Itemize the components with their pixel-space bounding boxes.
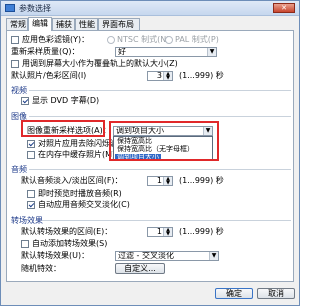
spinner-arrows-icon[interactable]: ▲ ▼ [163,228,172,237]
ntsc-label: NTSC 制式(N) [117,35,170,44]
chevron-down-icon: ▼ [209,252,218,260]
auto-crossfade-label: 自动应用音频交叉淡化(C) [38,200,130,209]
spinner-arrows-icon[interactable]: ▲ ▼ [163,72,172,81]
auto-transition-checkbox[interactable] [21,240,29,248]
title-bar: 参数选择 ✕ [1,1,299,16]
highlight-box-dropdown [109,121,219,161]
fade-duration-spinner[interactable]: 1 ▲ ▼ [147,176,173,186]
instant-preview-checkbox[interactable] [27,190,35,198]
auto-crossfade-checkbox[interactable] [27,201,35,209]
window-title: 参数选择 [19,4,51,13]
customize-button[interactable]: 自定义... [115,263,165,274]
tab-edit[interactable]: 编辑 [28,17,52,31]
video-section-title: 视频 [11,86,27,95]
default-effect-label: 默认转场效果(U)： [21,251,90,260]
transition-duration-value: 1 [156,227,162,236]
close-button[interactable]: ✕ [273,3,295,13]
color-filter-label: 应用色彩滤镜(Y)： [22,35,90,44]
audio-separator [29,169,291,170]
image-separator [29,116,291,117]
default-effect-select[interactable]: 过滤 - 交叉淡化 ▼ [115,251,219,261]
fade-duration-label: 默认音频淡入/淡出区间(F)： [21,176,123,185]
default-duration-spinner[interactable]: 3 ▲ ▼ [147,71,173,81]
app-icon [5,4,15,12]
preferences-dialog: 参数选择 ✕ 常规 编辑 捕获 性能 界面布局 应用色彩滤镜(Y)： NTSC … [0,0,300,306]
dvd-subtitle-checkbox[interactable] [21,97,29,105]
fade-duration-range: (1...999) 秒 [179,176,224,185]
resample-quality-select[interactable]: 好 ▼ [115,47,217,57]
transition-section-title: 转场效果 [11,216,43,225]
pal-radio[interactable] [165,36,173,44]
reduce-flicker-checkbox[interactable] [27,140,35,148]
fade-duration-value: 1 [156,176,162,185]
tab-performance[interactable]: 性能 [75,18,98,30]
fit-screen-checkbox[interactable] [11,60,19,68]
cache-memory-checkbox[interactable] [27,151,35,159]
ok-button[interactable]: 确定 [215,288,253,299]
resample-quality-value: 好 [118,47,126,56]
tab-layout[interactable]: 界面布局 [98,18,140,30]
random-effect-label: 随机特效： [21,264,61,273]
transition-duration-range: (1...999) 秒 [179,227,224,236]
instant-preview-label: 即时预览时播放音频(R) [38,189,122,198]
cancel-button[interactable]: 取消 [257,288,295,299]
transition-duration-spinner[interactable]: 1 ▲ ▼ [147,227,173,237]
highlight-box-label [21,120,105,137]
auto-transition-label: 自动添加转场效果(S) [32,239,108,248]
edit-tab-panel: 应用色彩滤镜(Y)： NTSC 制式(N) PAL 制式(P) 重新采样质量(Q… [6,30,294,282]
ntsc-radio[interactable] [107,36,115,44]
audio-section-title: 音频 [11,165,27,174]
color-filter-checkbox[interactable] [11,36,19,44]
chevron-down-icon: ▼ [207,48,216,56]
video-separator [29,90,291,91]
default-duration-value: 3 [156,71,162,80]
tab-capture[interactable]: 捕获 [52,18,75,30]
dvd-subtitle-label: 显示 DVD 字幕(D) [32,96,100,105]
transition-duration-label: 默认转场效果的区间(E)： [21,227,113,236]
transition-separator [43,220,291,221]
resample-quality-label: 重新采样质量(Q)： [11,47,80,56]
default-effect-value: 过滤 - 交叉淡化 [118,251,174,260]
spinner-arrows-icon[interactable]: ▲ ▼ [163,177,172,186]
default-duration-range: (1...999) 秒 [179,71,224,80]
default-duration-label: 默认照片/色彩区间(I) [11,71,87,80]
fit-screen-label: 用调到屏幕大小作为覆叠轨上的默认大小(Z) [22,59,178,68]
cache-memory-label: 在内存中缓存照片(M) [38,150,116,159]
pal-label: PAL 制式(P) [175,35,219,44]
tab-general[interactable]: 常规 [6,18,28,30]
